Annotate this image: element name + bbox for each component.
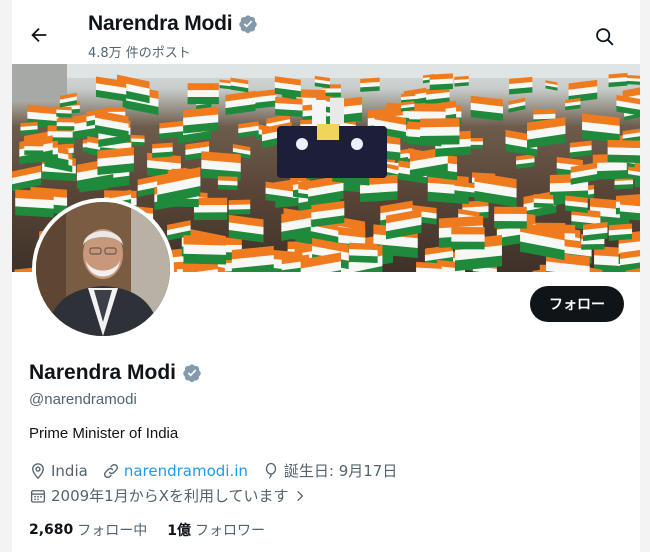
follow-stats: 2,680 フォロー中 1億 フォロワー [29,520,285,540]
search-icon [595,27,613,45]
profile-avatar[interactable] [32,198,174,340]
search-button[interactable] [590,22,618,50]
chevron-right-icon [296,490,303,501]
profile-page: Narendra Modi 4.8万 件のポスト フォロー Narendra M… [12,0,640,552]
post-count: 4.8万 件のポスト [88,46,191,61]
profile-name-row: Narendra Modi [29,361,202,385]
followers-label[interactable]: フォロワー [195,520,265,540]
website-item[interactable]: narendramodi.in [102,462,248,480]
joined-row[interactable]: 2009年1月からXを利用しています [29,485,321,506]
joined-item[interactable]: 2009年1月からXを利用しています [29,485,307,506]
balloon-icon [265,462,277,479]
profile-meta-row: India narendramodi.in 誕生日: 9月17日 [29,460,411,481]
website-link[interactable]: narendramodi.in [124,462,248,480]
joined-text: 2009年1月からXを利用しています [51,487,289,505]
profile-handle: @narendramodi [29,391,137,408]
header-title: Narendra Modi [88,12,233,35]
location-pin-icon [32,462,44,479]
header-title-row: Narendra Modi [88,12,258,36]
top-bar: Narendra Modi 4.8万 件のポスト [12,0,640,64]
location-text: India [51,461,88,480]
verified-badge-icon [239,15,258,34]
following-label[interactable]: フォロー中 [77,520,147,540]
calendar-icon [30,489,46,503]
birthday-item: 誕生日: 9月17日 [262,460,397,481]
profile-bio: Prime Minister of India [29,425,179,442]
back-button[interactable] [24,20,54,50]
verified-badge-icon[interactable] [182,363,202,383]
profile-name: Narendra Modi [29,361,177,384]
back-arrow-icon [31,27,47,43]
followers-count[interactable]: 1億 [167,520,191,540]
birthday-text: 誕生日: 9月17日 [283,462,398,480]
link-icon [103,463,118,478]
location-item: India [29,462,88,480]
following-count[interactable]: 2,680 [29,522,73,538]
follow-button[interactable]: フォロー [530,286,624,322]
avatar-portrait [36,202,170,336]
